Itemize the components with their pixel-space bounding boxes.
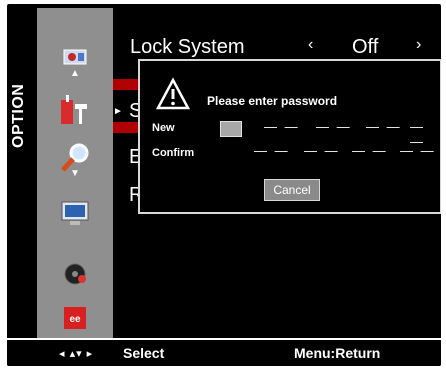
up-arrow-icon: ▲ xyxy=(70,68,80,79)
lock-system-label: Lock System xyxy=(130,36,245,58)
confirm-password-slot-1[interactable]: — — xyxy=(254,143,290,158)
new-password-cursor[interactable] xyxy=(220,121,242,137)
new-password-label: New xyxy=(152,122,175,134)
menu-return-hint: Menu:Return xyxy=(294,345,381,361)
cancel-button[interactable]: Cancel xyxy=(264,179,320,201)
new-password-slot-3[interactable]: — — xyxy=(366,119,402,134)
svg-text:ee: ee xyxy=(69,314,81,325)
osd-screen: OPTION ▲ ► ▼ ee S E R Lock System ‹ Off … xyxy=(7,4,441,366)
password-prompt-title: Please enter password xyxy=(207,94,338,108)
lock-system-next-arrow[interactable]: › xyxy=(416,36,421,54)
warning-icon xyxy=(155,77,191,110)
new-password-slot-2[interactable]: — — xyxy=(316,119,352,134)
new-password-slot-1[interactable]: — — xyxy=(264,119,300,134)
right-arrow-icon: ► xyxy=(113,106,123,117)
lock-system-row[interactable]: Lock System ‹ Off › xyxy=(130,36,435,60)
confirm-password-slot-3[interactable]: — — xyxy=(352,143,388,158)
down-arrow-icon: ▼ xyxy=(70,168,80,179)
lock-tools-icon[interactable] xyxy=(55,92,95,132)
confirm-password-slot-2[interactable]: — — xyxy=(304,143,340,158)
confirm-password-slot-4[interactable]: — — xyxy=(400,143,436,158)
monitor-icon[interactable] xyxy=(55,194,95,234)
password-dialog: Please enter password New — — — — — — — … xyxy=(138,59,441,214)
menu-icon-column: ▲ ► ▼ ee xyxy=(37,8,123,338)
lock-system-value: Off xyxy=(352,36,379,58)
tv-osd-frame: OPTION ▲ ► ▼ ee S E R Lock System ‹ Off … xyxy=(0,0,446,370)
ee-logo-icon[interactable]: ee xyxy=(55,298,95,338)
select-hint: Select xyxy=(123,345,165,361)
lock-system-prev-arrow[interactable]: ‹ xyxy=(308,36,313,54)
confirm-password-label: Confirm xyxy=(152,147,195,159)
footer-hint-bar: ◂ ▴▾ ▸ Select Menu:Return xyxy=(7,338,441,366)
disc-icon[interactable] xyxy=(55,254,95,294)
navigation-arrows-icon: ◂ ▴▾ ▸ xyxy=(59,348,94,360)
